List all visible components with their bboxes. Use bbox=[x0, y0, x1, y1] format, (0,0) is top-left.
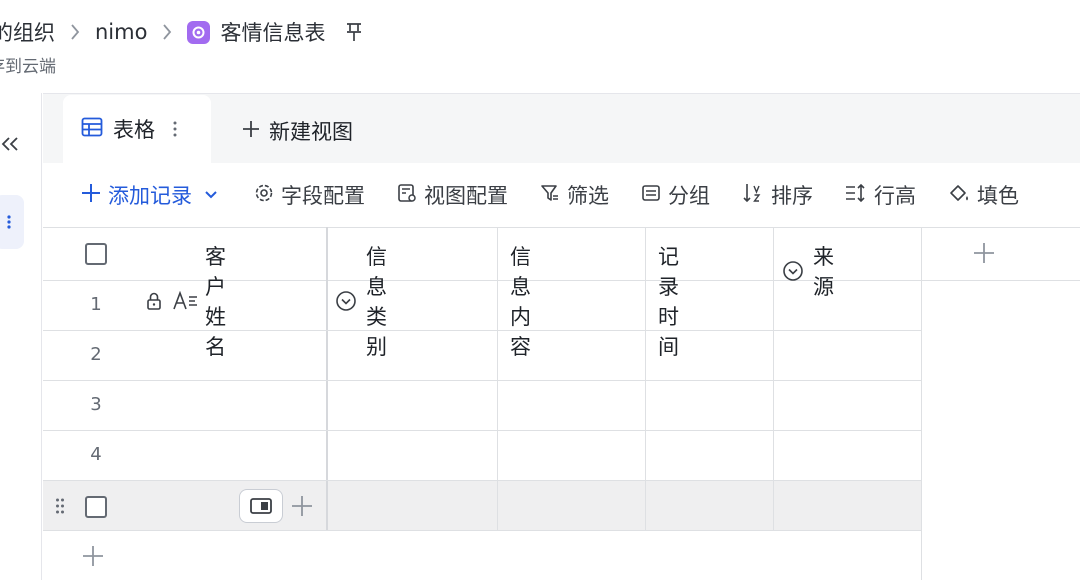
hover-row bbox=[43, 480, 921, 530]
view-config-button[interactable]: 视图配置 bbox=[397, 180, 508, 210]
add-record-button[interactable]: 添加记录 bbox=[81, 180, 218, 210]
view-config-icon bbox=[397, 183, 417, 208]
left-sidebar bbox=[0, 93, 42, 580]
chevron-down-icon[interactable] bbox=[204, 190, 218, 200]
frozen-divider bbox=[326, 227, 328, 530]
expand-record-button[interactable] bbox=[239, 489, 283, 523]
field-config-button[interactable]: 字段配置 bbox=[254, 180, 365, 210]
row-height-label: 行高 bbox=[874, 184, 916, 208]
view-config-label: 视图配置 bbox=[424, 184, 508, 208]
sort-icon bbox=[742, 182, 764, 209]
add-row-icon[interactable] bbox=[82, 545, 104, 571]
breadcrumb-org[interactable]: 的组织 bbox=[0, 17, 55, 47]
column-header-content[interactable]: 信息内容 bbox=[510, 241, 531, 361]
sort-button[interactable]: 排序 bbox=[742, 180, 813, 210]
group-icon bbox=[641, 183, 661, 208]
view-more-icon[interactable] bbox=[173, 120, 177, 138]
pin-icon[interactable] bbox=[345, 22, 363, 42]
gear-icon bbox=[254, 183, 274, 208]
single-select-icon bbox=[782, 260, 804, 282]
row-divider bbox=[43, 430, 921, 431]
breadcrumb-workspace[interactable]: nimo bbox=[95, 20, 147, 44]
lock-icon bbox=[145, 291, 163, 311]
new-view-button[interactable]: 新建视图 bbox=[241, 116, 353, 146]
expand-icon bbox=[249, 497, 273, 515]
fill-color-button[interactable]: 填色 bbox=[948, 180, 1019, 210]
column-header-label: 信息类别 bbox=[366, 245, 387, 359]
group-button[interactable]: 分组 bbox=[641, 180, 710, 210]
plus-icon bbox=[81, 183, 101, 208]
column-header-category[interactable]: 信息类别 bbox=[335, 241, 387, 361]
column-header-label: 信息内容 bbox=[510, 245, 531, 359]
column-header-label: 记录时间 bbox=[658, 245, 679, 359]
row-number: 3 bbox=[90, 394, 102, 415]
row-divider bbox=[43, 380, 921, 381]
row-number: 1 bbox=[90, 294, 102, 315]
column-divider bbox=[645, 227, 646, 530]
column-header-name[interactable]: 客户姓名 bbox=[145, 241, 226, 361]
app-window: 的组织 nimo 客情信息表 存到云端 bbox=[0, 0, 1080, 580]
column-divider bbox=[921, 227, 922, 580]
column-header-label: 客户姓名 bbox=[205, 245, 226, 359]
single-select-icon bbox=[335, 290, 357, 312]
group-label: 分组 bbox=[668, 184, 710, 208]
select-all-checkbox[interactable] bbox=[85, 243, 107, 265]
paint-bucket-icon bbox=[948, 183, 970, 208]
new-view-label: 新建视图 bbox=[269, 120, 353, 144]
sidebar-more-icon[interactable] bbox=[0, 195, 24, 249]
field-config-label: 字段配置 bbox=[281, 184, 365, 208]
column-divider bbox=[773, 227, 774, 530]
chevron-right-icon bbox=[69, 23, 81, 41]
breadcrumb: 的组织 nimo 客情信息表 bbox=[0, 16, 363, 48]
row-height-icon bbox=[845, 183, 867, 208]
chevron-right-icon bbox=[161, 23, 173, 41]
tab-table-view[interactable]: 表格 bbox=[63, 95, 211, 163]
column-header-source[interactable]: 来源 bbox=[782, 241, 834, 301]
filter-icon bbox=[540, 183, 560, 208]
fill-color-label: 填色 bbox=[977, 184, 1019, 208]
add-field-icon[interactable] bbox=[973, 242, 995, 268]
plus-icon bbox=[241, 119, 261, 144]
filter-label: 筛选 bbox=[567, 184, 609, 208]
row-divider bbox=[43, 330, 921, 331]
text-field-icon bbox=[173, 291, 199, 311]
column-divider bbox=[497, 227, 498, 530]
row-height-button[interactable]: 行高 bbox=[845, 180, 916, 210]
drag-handle-icon[interactable] bbox=[55, 497, 65, 519]
row-number: 2 bbox=[90, 344, 102, 365]
insert-row-icon[interactable] bbox=[291, 495, 313, 521]
bitable-doc-icon bbox=[187, 20, 211, 44]
view-tab-bar: 表格 新建视图 bbox=[43, 93, 1080, 163]
row-number: 4 bbox=[90, 444, 102, 465]
column-header-time[interactable]: 记录时间 bbox=[658, 241, 679, 361]
filter-button[interactable]: 筛选 bbox=[540, 180, 609, 210]
add-record-label: 添加记录 bbox=[108, 184, 192, 208]
table-toolbar: 添加记录 字段配置 视图配置 筛选 分组 排序 行高 填色 bbox=[43, 163, 1080, 227]
sort-label: 排序 bbox=[771, 184, 813, 208]
save-status: 存到云端 bbox=[0, 57, 56, 77]
column-header-label: 来源 bbox=[813, 245, 834, 299]
document-title[interactable]: 客情信息表 bbox=[220, 17, 325, 47]
collapse-sidebar-icon[interactable] bbox=[0, 133, 22, 155]
tab-table-label: 表格 bbox=[113, 118, 155, 142]
row-divider bbox=[43, 530, 921, 531]
row-checkbox[interactable] bbox=[85, 496, 107, 518]
row-divider bbox=[43, 480, 921, 481]
table-grid-icon bbox=[81, 117, 103, 141]
